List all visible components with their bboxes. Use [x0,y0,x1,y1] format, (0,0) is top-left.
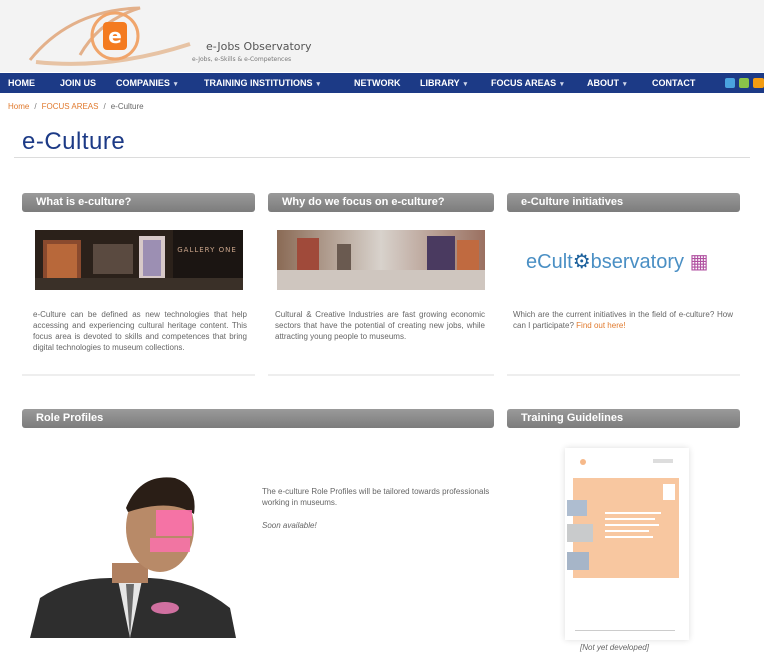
gallery-image: GALLERY ONE [35,230,243,290]
museum-image [277,230,485,290]
chevron-down-icon: ▾ [173,81,178,88]
museum-photo [277,230,485,290]
rss-icon[interactable] [753,78,764,88]
section-training-header: Training Guidelines [507,409,740,428]
nav-label: ABOUT [587,78,619,88]
ecult-logo-text: bservatory [590,251,685,273]
nav-label: NETWORK [354,78,401,88]
find-out-link[interactable]: Find out here! [576,321,625,330]
guidelines-cover-art [567,459,679,631]
chevron-down-icon: ▾ [463,81,468,88]
nav-label: HOME [8,78,35,88]
nav-home[interactable]: HOME [8,73,35,93]
section-what-header: What is e-culture? [22,193,255,212]
breadcrumb-focus-areas[interactable]: FOCUS AREAS [42,102,99,111]
section-roles-header: Role Profiles [22,409,494,428]
logo-letter: e [108,24,122,48]
chevron-down-icon: ▾ [560,81,564,88]
gear-icon: ⚙ [572,251,591,273]
breadcrumb-home[interactable]: Home [8,102,29,111]
section-why-header: Why do we focus on e-culture? [268,193,494,212]
brand-subtitle: e-Jobs, e-Skills & e-Competences [192,56,292,63]
nav-label: JOIN US [60,78,97,88]
share-icon[interactable] [739,78,749,88]
nav-join-us[interactable]: JOIN US [60,73,96,93]
chevron-down-icon: ▾ [623,81,627,88]
ecult-observatory-logo[interactable]: eCult⚙bservatory ▦ [526,249,708,274]
nav-about[interactable]: ABOUT ▾ [587,73,627,93]
nav-contact[interactable]: CONTACT [652,73,695,93]
section-initiatives-text: Which are the current initiatives in the… [513,309,733,331]
nav-companies[interactable]: COMPANIES ▾ [116,73,177,93]
breadcrumb-separator: / [34,102,37,111]
nav-focus-areas[interactable]: FOCUS AREAS ▾ [491,73,564,93]
main-nav: HOME JOIN US COMPANIES ▾ TRAINING INSTITU… [0,73,764,93]
title-divider [14,157,750,158]
gallery-caption: GALLERY ONE [177,246,237,254]
brand-title[interactable]: e-Jobs Observatory [206,40,312,53]
logo-icon[interactable]: e [0,0,764,72]
nav-network[interactable]: NETWORK [354,73,401,93]
twitter-icon[interactable] [725,78,735,88]
chevron-down-icon: ▾ [316,81,321,88]
nav-library[interactable]: LIBRARY ▾ [420,73,467,93]
gallery-photo: GALLERY ONE [35,230,243,290]
roles-status: Soon available! [262,521,317,530]
section-roles-text: The e-culture Role Profiles will be tail… [262,487,490,507]
role-profile-figure [30,477,236,638]
ecult-logo-text: eCult [526,251,573,273]
nav-label: LIBRARY [420,78,460,88]
page-title: e-Culture [22,128,126,155]
nav-label: FOCUS AREAS [491,78,557,88]
qr-icon: ▦ [689,251,709,273]
nav-label: COMPANIES [116,78,170,88]
nav-label: CONTACT [652,78,696,88]
card-divider [507,374,740,376]
breadcrumb-separator: / [103,102,106,111]
section-why-text: Cultural & Creative Industries are fast … [275,310,485,341]
breadcrumb-current: e-Culture [110,102,144,111]
breadcrumb: Home / FOCUS AREAS / e-Culture [8,102,144,111]
site-header: e e-Jobs Observatory e-Jobs, e-Skills & … [0,0,764,72]
card-divider [22,374,255,376]
section-initiatives-header: e-Culture initiatives [507,193,740,212]
nav-label: TRAINING INSTITUTIONS [204,78,313,88]
training-status: [Not yet developed] [580,643,649,652]
card-divider [268,374,494,376]
section-what-text: e-Culture can be defined as new technolo… [33,310,247,352]
training-guidelines-cover [565,448,689,640]
nav-training-institutions[interactable]: TRAINING INSTITUTIONS ▾ [204,73,320,93]
